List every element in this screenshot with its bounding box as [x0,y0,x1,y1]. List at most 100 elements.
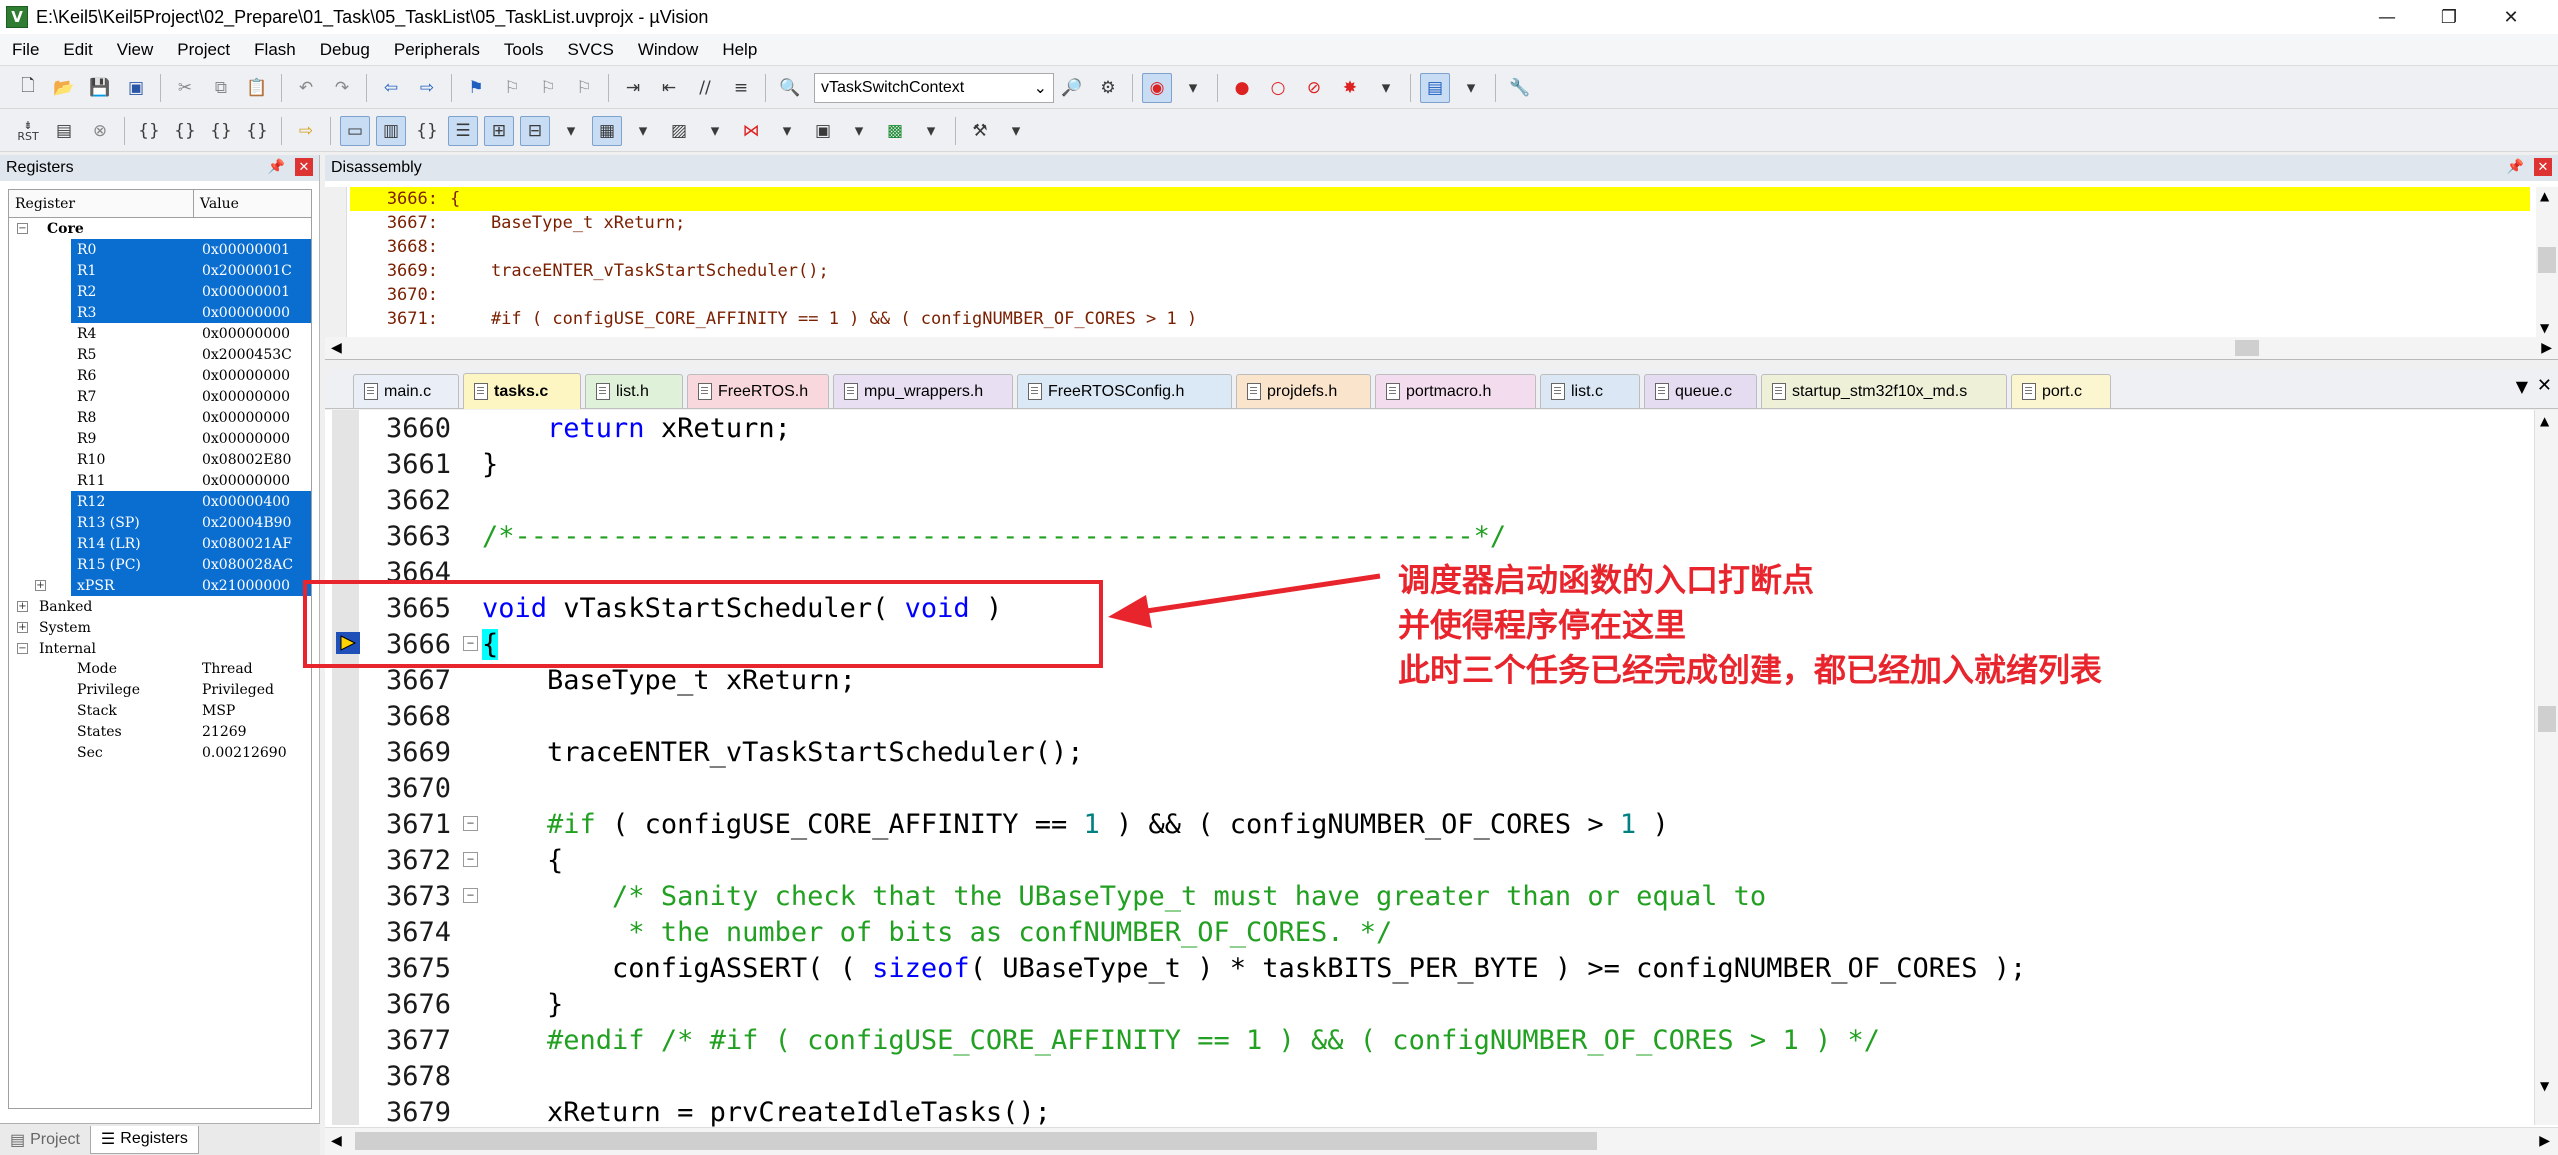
close-icon[interactable]: ✕ [295,158,313,176]
serial-dropdown-icon[interactable]: ▾ [700,116,730,146]
code-line[interactable]: 3668 [325,698,2525,734]
register-value[interactable]: 0x00000000 [202,368,290,384]
system-viewer-dropdown-icon[interactable]: ▾ [916,116,946,146]
code-line[interactable]: 3679 xReturn = prvCreateIdleTasks(); [325,1094,2525,1130]
layout-dropdown-icon[interactable]: ▾ [1456,73,1486,103]
trace-window-icon[interactable]: ▣ [808,116,838,146]
clear-bookmarks-icon[interactable]: ⚐ [569,73,599,103]
system-viewer-icon[interactable]: ▩ [880,116,910,146]
new-file-icon[interactable]: 🗋 [13,73,43,103]
disassembly-line[interactable]: 3667: BaseType_t xReturn; [350,211,2530,235]
register-row[interactable]: + xPSR 0x21000000 [35,575,311,596]
close-button[interactable]: ✕ [2480,0,2542,34]
code-line[interactable]: 3675 configASSERT( ( sizeof( UBaseType_t… [325,950,2525,986]
memory-dropdown-icon[interactable]: ▾ [628,116,658,146]
disassembly-horizontal-scrollbar[interactable]: ◀ ▶ [325,337,2558,359]
disassembly-line[interactable]: 3670: [350,283,2530,307]
tab-project[interactable]: ▤ Project [0,1126,90,1154]
file-tab[interactable]: FreeRTOS.h [687,374,829,408]
register-value[interactable]: 0x080028AC [202,557,293,573]
fold-toggle-icon[interactable]: − [463,816,478,831]
redo-icon[interactable]: ↷ [327,73,357,103]
scroll-right-icon[interactable]: ▶ [2541,340,2552,356]
debug-session-icon[interactable]: ◉ [1142,72,1172,103]
pin-icon[interactable]: 📌 [2507,158,2524,175]
register-value[interactable]: 0x00000001 [202,284,290,300]
call-stack-window-icon[interactable]: ⊞ [484,115,514,146]
memory-window-icon[interactable]: ▦ [592,115,622,146]
run-to-cursor-icon[interactable]: {} [242,116,272,146]
scroll-thumb[interactable] [355,1132,1597,1150]
menu-debug[interactable]: Debug [308,40,382,60]
register-row[interactable]: R0 0x00000001 [71,239,311,260]
code-line[interactable]: 3662 [325,482,2525,518]
pin-icon[interactable]: 📌 [268,158,285,175]
register-value[interactable]: 0x00000000 [202,305,290,321]
menu-help[interactable]: Help [710,40,769,60]
menu-svcs[interactable]: SVCS [556,40,626,60]
breakpoint-dropdown-icon[interactable]: ▾ [1371,73,1401,103]
undo-icon[interactable]: ↶ [291,73,321,103]
register-row[interactable]: R10 0x08002E80 [9,449,311,470]
code-line[interactable]: 3677 #endif /* #if ( configUSE_CORE_AFFI… [325,1022,2525,1058]
disassembly-line[interactable]: 3668: [350,235,2530,259]
incremental-find-icon[interactable]: ⚙ [1093,73,1123,103]
disassembly-vertical-scrollbar[interactable]: ▲ ▼ [2536,187,2558,337]
trace-dropdown-icon[interactable]: ▾ [844,116,874,146]
register-value[interactable]: 0x00000000 [202,410,290,426]
find-in-files-icon[interactable]: 🔍 [775,73,805,103]
register-value[interactable]: 0x2000001C [202,263,292,279]
disable-breakpoints-icon[interactable]: ⊘ [1299,73,1329,103]
toolbox-dropdown-icon[interactable]: ▾ [1001,116,1031,146]
code-line[interactable]: 3672− { [325,842,2525,878]
file-tab[interactable]: startup_stm32f10x_md.s [1761,374,2007,408]
register-value[interactable]: 0x00000000 [202,473,290,489]
open-file-icon[interactable]: 📂 [49,73,79,103]
code-line[interactable]: 3663 /*----------------------------------… [325,518,2525,554]
menu-window[interactable]: Window [626,40,710,60]
register-value[interactable]: 0x00000000 [202,326,290,342]
code-line[interactable]: 3670 [325,770,2525,806]
code-line[interactable]: 3671− #if ( configUSE_CORE_AFFINITY == 1… [325,806,2525,842]
register-value[interactable]: 0x20004B90 [202,515,291,531]
restore-button[interactable]: ❐ [2418,0,2480,34]
file-tab[interactable]: main.c [353,374,459,408]
watch-dropdown-icon[interactable]: ▾ [556,116,586,146]
analysis-dropdown-icon[interactable]: ▾ [772,116,802,146]
register-value[interactable]: 0x00000001 [202,242,290,258]
uncomment-icon[interactable]: ≡ [726,73,756,103]
comment-icon[interactable]: // [690,73,720,103]
step-out-icon[interactable]: {} [206,116,236,146]
minimize-button[interactable]: — [2356,0,2418,34]
scroll-left-icon[interactable]: ◀ [331,340,342,356]
scroll-thumb[interactable] [2538,247,2556,273]
register-row[interactable]: R12 0x00000400 [71,491,311,512]
debug-dropdown-icon[interactable]: ▾ [1178,73,1208,103]
registers-window-icon[interactable]: ☰ [448,115,478,146]
file-tab[interactable]: queue.c [1644,374,1757,408]
paste-icon[interactable]: 📋 [242,73,272,103]
collapse-icon[interactable]: − [17,643,28,654]
editor-vertical-scrollbar[interactable]: ▲ ▼ [2534,410,2558,1125]
register-row[interactable]: R4 0x00000000 [9,323,311,344]
file-tab[interactable]: port.c [2011,374,2111,408]
file-tab[interactable]: mpu_wrappers.h [833,374,1013,408]
run-icon[interactable]: ▤ [49,116,79,146]
reset-icon[interactable]: ⇟ RST [13,116,43,146]
scroll-left-icon[interactable]: ◀ [331,1133,342,1149]
code-line[interactable]: 3661} [325,446,2525,482]
code-editor[interactable]: 3660 return xReturn; 3661} 3662 3663/*-----… [325,410,2558,1155]
configure-icon[interactable]: 🔧 [1505,73,1535,103]
scroll-down-icon[interactable]: ▼ [2540,321,2549,335]
copy-icon[interactable]: ⧉ [206,73,236,103]
tree-node-core[interactable]: − Core [9,218,311,239]
command-window-icon[interactable]: ▭ [340,115,370,146]
code-lines[interactable]: 3660 return xReturn; 3661} 3662 3663/*-----… [325,410,2525,1128]
step-into-icon[interactable]: {} [134,116,164,146]
register-value[interactable]: 0x00000000 [202,431,290,447]
toolbox-icon[interactable]: ⚒ [965,116,995,146]
tab-registers[interactable]: ☰ Registers [89,1125,199,1154]
register-value[interactable]: 0x00000400 [202,494,290,510]
tree-node-internal[interactable]: − Internal [9,638,311,659]
code-line[interactable]: 3674 * the number of bits as confNUMBER_… [325,914,2525,950]
